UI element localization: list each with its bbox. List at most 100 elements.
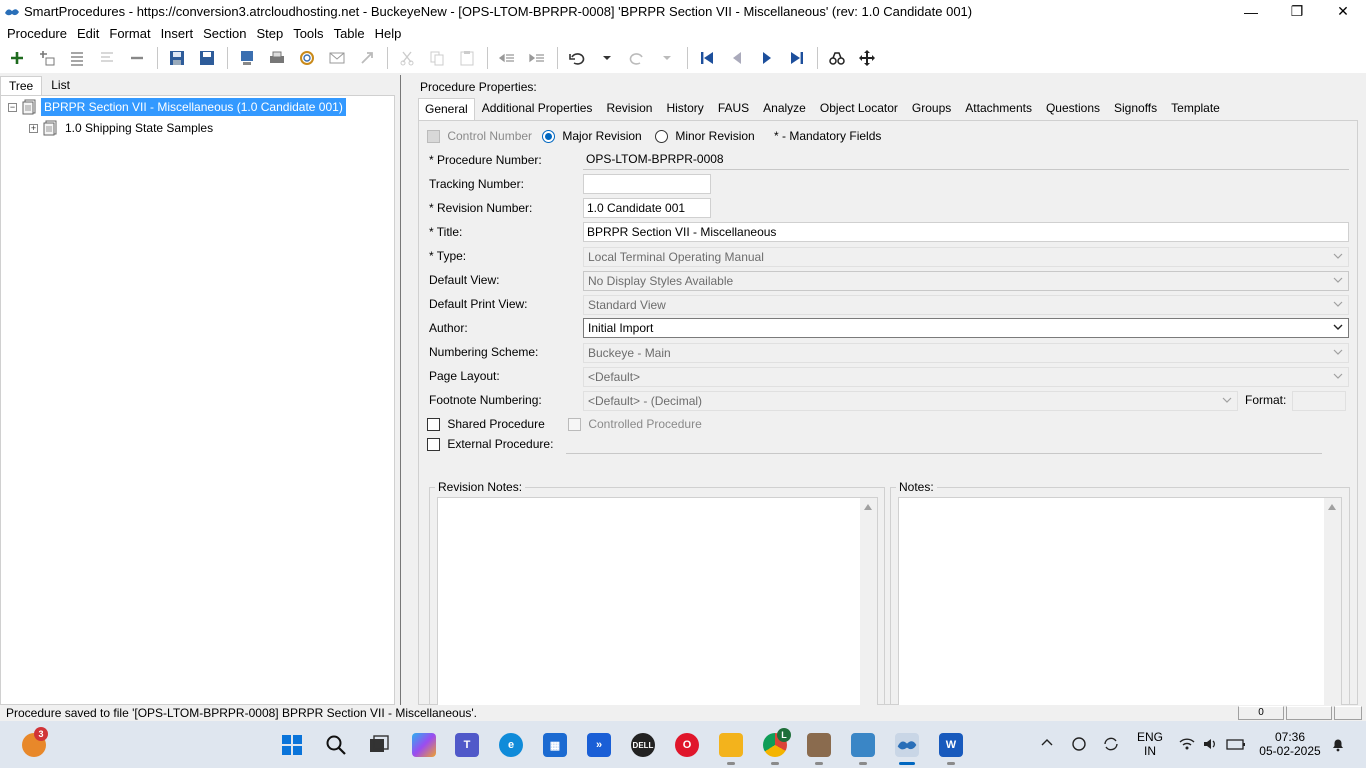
- copilot-icon[interactable]: [412, 733, 436, 757]
- menu-tools[interactable]: Tools: [288, 26, 328, 41]
- next-button[interactable]: [754, 45, 780, 71]
- panel-splitter[interactable]: [400, 75, 406, 705]
- close-button[interactable]: ✕: [1320, 0, 1366, 23]
- format-field[interactable]: [1292, 391, 1346, 411]
- language-indicator[interactable]: ENG IN: [1134, 730, 1166, 758]
- tab-general[interactable]: General: [418, 98, 475, 120]
- app-icon[interactable]: [807, 733, 831, 757]
- previous-button[interactable]: [724, 45, 750, 71]
- add-child-button[interactable]: [34, 45, 60, 71]
- tab-signoffs[interactable]: Signoffs: [1107, 97, 1164, 120]
- shared-procedure-checkbox[interactable]: Shared Procedure: [427, 417, 545, 432]
- last-button[interactable]: [784, 45, 810, 71]
- cloud-sync-icon[interactable]: [1070, 736, 1088, 755]
- tab-list[interactable]: List: [42, 75, 79, 95]
- page-layout-dropdown[interactable]: <Default>: [583, 367, 1349, 387]
- revision-number-field[interactable]: 1.0 Candidate 001: [583, 198, 711, 218]
- scroll-up-icon[interactable]: [1328, 504, 1336, 510]
- indent-button[interactable]: [524, 45, 550, 71]
- file-explorer-icon[interactable]: [719, 733, 743, 757]
- tab-attachments[interactable]: Attachments: [958, 97, 1039, 120]
- maximize-button[interactable]: ❐: [1274, 0, 1320, 23]
- chrome-icon[interactable]: L: [763, 728, 791, 757]
- start-button[interactable]: [280, 733, 304, 757]
- tab-additional-properties[interactable]: Additional Properties: [475, 97, 600, 120]
- tab-revision[interactable]: Revision: [599, 97, 659, 120]
- tree-node-root[interactable]: − BPRPR Section VII - Miscellaneous (1.0…: [8, 97, 346, 117]
- email-button[interactable]: [324, 45, 350, 71]
- remove-button[interactable]: [124, 45, 150, 71]
- edge-icon[interactable]: e: [499, 733, 523, 757]
- copy-button[interactable]: [424, 45, 450, 71]
- menu-edit[interactable]: Edit: [72, 26, 104, 41]
- power-automate-icon[interactable]: »: [587, 733, 611, 757]
- minor-revision-radio[interactable]: Minor Revision: [655, 129, 755, 144]
- publish-button[interactable]: [234, 45, 260, 71]
- menu-section[interactable]: Section: [198, 26, 251, 41]
- wifi-icon[interactable]: [1178, 736, 1196, 755]
- format-list-button[interactable]: [94, 45, 120, 71]
- minimize-button[interactable]: —: [1228, 0, 1274, 23]
- major-revision-radio[interactable]: Major Revision: [542, 129, 642, 144]
- menu-step[interactable]: Step: [251, 26, 288, 41]
- tab-faus[interactable]: FAUS: [711, 97, 756, 120]
- smartprocedures-taskbar-icon[interactable]: [895, 733, 919, 757]
- external-procedure-field[interactable]: [566, 434, 1322, 454]
- outline-button[interactable]: [64, 45, 90, 71]
- collapse-toggle[interactable]: −: [8, 102, 17, 112]
- type-dropdown[interactable]: Local Terminal Operating Manual: [583, 247, 1349, 267]
- size-grip[interactable]: [1334, 706, 1362, 720]
- tracking-number-field[interactable]: [583, 174, 711, 194]
- opera-icon[interactable]: O: [675, 733, 699, 757]
- update-icon[interactable]: [1102, 736, 1120, 755]
- tab-template[interactable]: Template: [1164, 97, 1227, 120]
- word-icon[interactable]: W: [939, 733, 963, 757]
- spellcheck-button[interactable]: [294, 45, 320, 71]
- show-hidden-icons-button[interactable]: [1040, 736, 1054, 752]
- controlled-procedure-checkbox[interactable]: Controlled Procedure: [568, 417, 702, 432]
- menu-help[interactable]: Help: [370, 26, 407, 41]
- tree-node-child[interactable]: + 1.0 Shipping State Samples: [29, 118, 216, 138]
- add-button[interactable]: [4, 45, 30, 71]
- clock[interactable]: 07:36 05-02-2025: [1255, 730, 1325, 758]
- title-field[interactable]: BPRPR Section VII - Miscellaneous: [583, 222, 1349, 242]
- notes-textarea[interactable]: [898, 497, 1342, 707]
- battery-icon[interactable]: [1226, 736, 1246, 755]
- widgets-icon[interactable]: 3: [22, 727, 48, 757]
- save-button[interactable]: [194, 45, 220, 71]
- remote-desktop-icon[interactable]: [851, 733, 875, 757]
- footnote-numbering-dropdown[interactable]: <Default> - (Decimal): [583, 391, 1238, 411]
- redo-dropdown[interactable]: [654, 45, 680, 71]
- expand-toggle[interactable]: +: [29, 123, 38, 133]
- menu-table[interactable]: Table: [329, 26, 370, 41]
- tab-history[interactable]: History: [659, 97, 710, 120]
- revision-notes-textarea[interactable]: [437, 497, 878, 707]
- find-button[interactable]: [824, 45, 850, 71]
- teams-icon[interactable]: T: [455, 733, 479, 757]
- vertical-scrollbar[interactable]: [860, 498, 877, 706]
- dell-icon[interactable]: DELL: [631, 733, 655, 757]
- vertical-scrollbar[interactable]: [1324, 498, 1341, 706]
- tab-questions[interactable]: Questions: [1039, 97, 1107, 120]
- first-button[interactable]: [694, 45, 720, 71]
- control-number-checkbox[interactable]: Control Number: [427, 129, 532, 144]
- volume-icon[interactable]: [1202, 736, 1220, 755]
- tab-object-locator[interactable]: Object Locator: [813, 97, 905, 120]
- author-dropdown[interactable]: Initial Import: [583, 318, 1349, 338]
- undo-dropdown[interactable]: [594, 45, 620, 71]
- task-view-button[interactable]: [367, 733, 391, 757]
- tab-analyze[interactable]: Analyze: [756, 97, 813, 120]
- paste-button[interactable]: [454, 45, 480, 71]
- undo-button[interactable]: [564, 45, 590, 71]
- redo-button[interactable]: [624, 45, 650, 71]
- default-print-view-dropdown[interactable]: Standard View: [583, 295, 1349, 315]
- outdent-button[interactable]: [494, 45, 520, 71]
- save-all-button[interactable]: [164, 45, 190, 71]
- menu-insert[interactable]: Insert: [156, 26, 199, 41]
- cut-button[interactable]: [394, 45, 420, 71]
- search-button[interactable]: [324, 733, 348, 757]
- scroll-up-icon[interactable]: [864, 504, 872, 510]
- notification-center-button[interactable]: [1330, 736, 1346, 755]
- external-procedure-checkbox[interactable]: External Procedure:: [427, 437, 553, 452]
- tab-groups[interactable]: Groups: [905, 97, 958, 120]
